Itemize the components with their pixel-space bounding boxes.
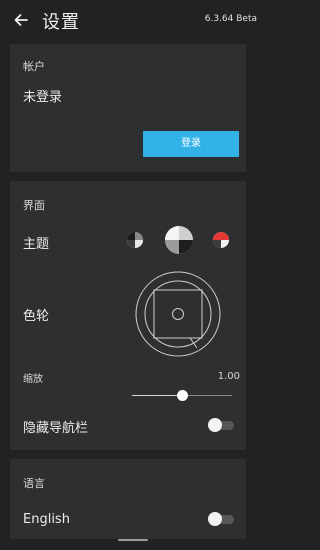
zoom-value: 1.00: [217, 371, 240, 382]
account-section-title: 帐户: [23, 60, 45, 73]
interface-card: 界面 主题 色轮 缩放 1.00 隐藏导航栏: [10, 181, 246, 450]
zoom-slider[interactable]: [132, 390, 232, 401]
english-toggle-knob: [208, 512, 222, 526]
color-wheel-label: 色轮: [23, 309, 50, 324]
zoom-slider-fill: [132, 395, 182, 396]
zoom-label: 缩放: [23, 374, 43, 385]
top-app-bar: 设置 6.3.64 Beta: [0, 0, 266, 40]
theme-dark-option[interactable]: [126, 231, 144, 249]
login-button[interactable]: 登录: [143, 131, 239, 157]
theme-red-option[interactable]: [212, 231, 230, 249]
account-card: 帐户 未登录 登录: [10, 44, 246, 172]
hide-navbar-label: 隐藏导航栏: [23, 421, 89, 436]
version-label: 6.3.64 Beta: [204, 14, 257, 24]
page-title: 设置: [42, 12, 80, 33]
interface-section-title: 界面: [23, 199, 45, 212]
back-arrow-icon[interactable]: [12, 11, 30, 29]
login-status: 未登录: [23, 90, 63, 105]
language-section-title: 语言: [23, 477, 45, 490]
language-card: 语言 English: [10, 459, 246, 539]
hide-navbar-toggle-knob: [208, 418, 222, 432]
theme-label: 主题: [23, 237, 50, 252]
english-toggle[interactable]: [208, 512, 234, 526]
zoom-slider-thumb[interactable]: [177, 390, 188, 401]
home-indicator: [118, 539, 148, 541]
color-wheel[interactable]: [134, 270, 222, 358]
english-label: English: [23, 512, 70, 527]
theme-light-option[interactable]: [164, 225, 194, 255]
hide-navbar-toggle[interactable]: [208, 418, 234, 432]
